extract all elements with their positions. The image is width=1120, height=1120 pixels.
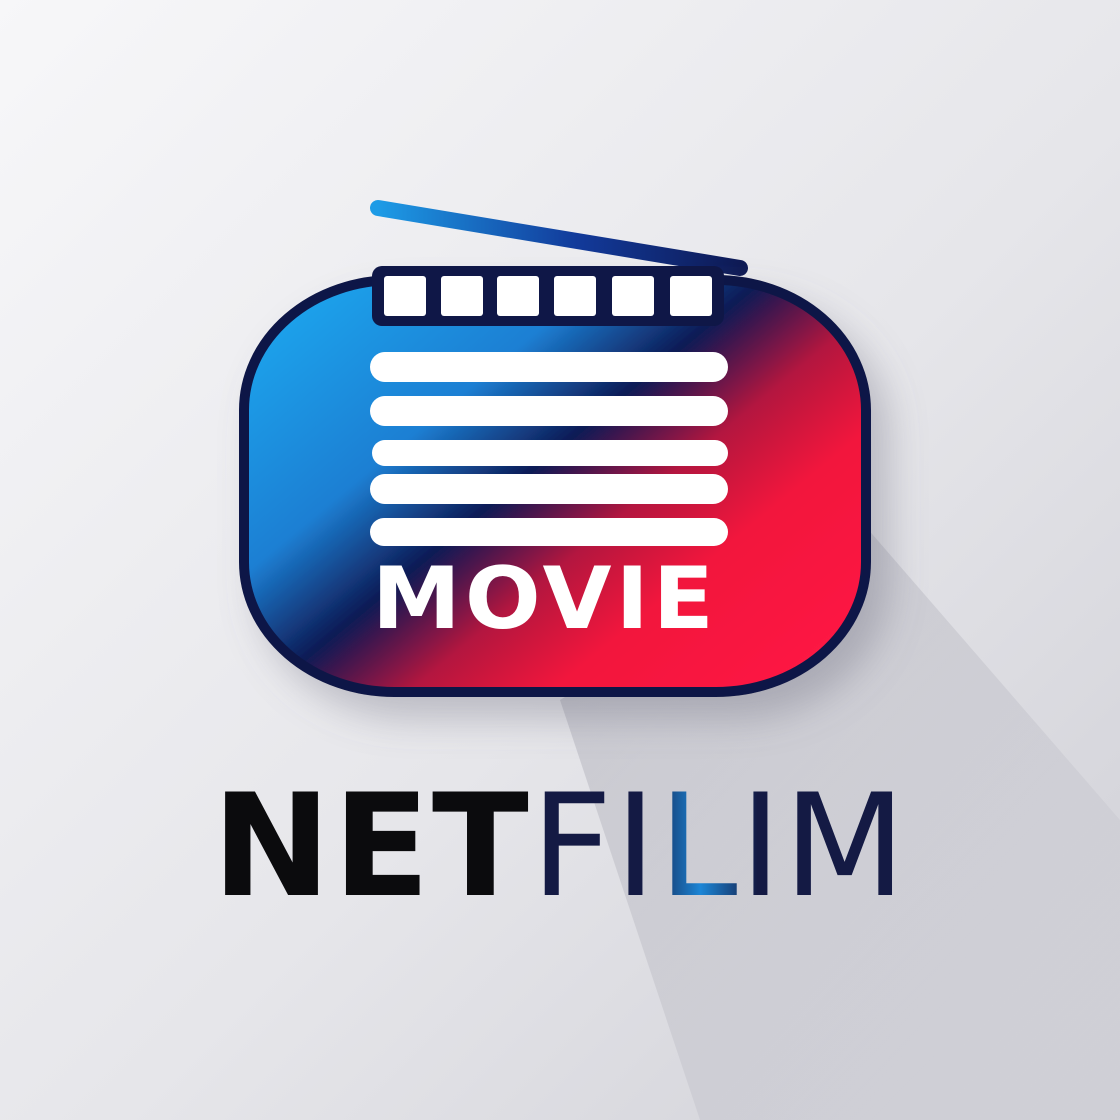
- brand-wordmark: NETFILIM: [0, 772, 1120, 922]
- badge-label: MOVIE: [372, 549, 718, 649]
- antenna-icon: [370, 200, 748, 276]
- wordmark-light: FILIM: [530, 764, 908, 929]
- logo-canvas: MOVIE NETFILIM: [0, 0, 1120, 1120]
- film-strip-icon: [372, 266, 724, 326]
- wordmark-bold: NET: [212, 764, 531, 929]
- logo-emblem: MOVIE: [239, 200, 871, 697]
